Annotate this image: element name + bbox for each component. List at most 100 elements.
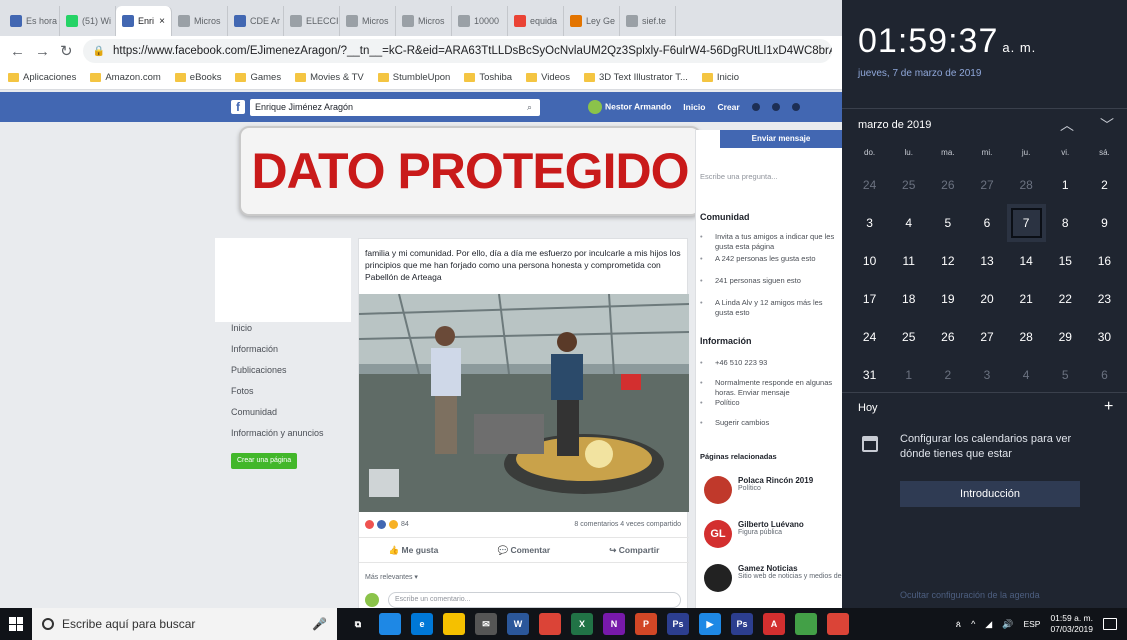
calendar-day[interactable]: 3	[850, 204, 889, 242]
calendar-day[interactable]: 22	[1046, 280, 1085, 318]
create-page-button[interactable]: Crear una página	[231, 453, 298, 469]
info-row[interactable]: • Sugerir cambios	[700, 418, 840, 428]
calendar-day[interactable]: 4	[1007, 356, 1046, 394]
edge-icon[interactable]: e	[411, 613, 433, 635]
browser-tab[interactable]: (51) Wi	[60, 6, 116, 36]
browser-tab[interactable]: Micros	[396, 6, 452, 36]
volume-icon[interactable]: 🔊	[1002, 619, 1013, 630]
comments-shares-count[interactable]: 8 comentarios 4 veces compartido	[574, 521, 681, 528]
calendar-day[interactable]: 20	[967, 280, 1006, 318]
calendar-day[interactable]: 23	[1085, 280, 1124, 318]
post-photo[interactable]	[359, 294, 689, 512]
browser-tab[interactable]: Enri ×	[116, 6, 172, 36]
hide-agenda-link[interactable]: Ocultar configuración de la agenda	[900, 590, 1040, 600]
nav-create[interactable]: Crear	[717, 102, 739, 112]
browser-tab[interactable]: Micros	[172, 6, 228, 36]
info-row[interactable]: • +46 510 223 93	[700, 358, 840, 368]
info-row[interactable]: • Normalmente responde en algunas horas. …	[700, 378, 840, 398]
search-icon[interactable]: ⌕	[527, 99, 532, 116]
back-icon[interactable]: ←	[10, 43, 25, 60]
chevron-up-icon[interactable]: ︿	[1060, 115, 1074, 135]
calendar-day[interactable]: 25	[889, 166, 928, 204]
close-tab-icon[interactable]: ×	[159, 16, 165, 27]
calendar-day[interactable]: 28	[1007, 166, 1046, 204]
left-nav-item[interactable]: Inicio	[231, 318, 351, 339]
left-nav-item[interactable]: Comunidad	[231, 402, 351, 423]
calendar-day[interactable]: 9	[1085, 204, 1124, 242]
info-row[interactable]: • 241 personas siguen esto	[700, 276, 840, 286]
calendar-day[interactable]: 21	[1007, 280, 1046, 318]
info-row[interactable]: • A Linda Alv y 12 amigos más les gusta e…	[700, 298, 840, 318]
related-page[interactable]: GL Gilberto Luévano Figura pública	[704, 520, 842, 548]
facebook-logo-icon[interactable]: f	[231, 100, 245, 114]
powerpoint-icon[interactable]: P	[635, 613, 657, 635]
calendar-day[interactable]: 1	[889, 356, 928, 394]
send-message-button[interactable]: Enviar mensaje	[720, 130, 842, 148]
month-label[interactable]: marzo de 2019	[858, 119, 931, 131]
calendar-day[interactable]: 27	[967, 318, 1006, 356]
like-button[interactable]: 👍 Me gusta	[389, 545, 439, 556]
info-row[interactable]: • Político	[700, 398, 840, 408]
long-date-link[interactable]: jueves, 7 de marzo de 2019	[858, 68, 981, 79]
calendar-day[interactable]: 5	[1046, 356, 1085, 394]
calendar-day[interactable]: 14	[1007, 242, 1046, 280]
info-row[interactable]: • Invita a tus amigos a indicar que les g…	[700, 232, 840, 252]
friends-icon[interactable]	[751, 103, 760, 111]
notifications-icon[interactable]	[791, 103, 800, 111]
calendar-day[interactable]: 27	[967, 166, 1006, 204]
calendar-day[interactable]: 10	[850, 242, 889, 280]
forward-icon[interactable]: →	[35, 43, 50, 60]
calendar-day[interactable]: 26	[928, 166, 967, 204]
calendar-day[interactable]: 15	[1046, 242, 1085, 280]
notifications-icon[interactable]	[1103, 618, 1117, 630]
calendar-day-today[interactable]: 7	[1006, 204, 1046, 242]
comment-input[interactable]: Escribe un comentario...	[388, 592, 681, 608]
profile-link[interactable]: Nestor Armando	[588, 100, 671, 114]
start-button[interactable]	[0, 608, 32, 640]
calendar-day[interactable]: 2	[1085, 166, 1124, 204]
browser-tab[interactable]: ELECCI	[284, 6, 340, 36]
browser-tab[interactable]: 10000	[452, 6, 508, 36]
mail-icon[interactable]: ✉	[475, 613, 497, 635]
calendar-day[interactable]: 1	[1046, 166, 1085, 204]
calendar-day[interactable]: 24	[850, 318, 889, 356]
ask-question-input[interactable]: Escribe una pregunta...	[700, 172, 778, 181]
photoshop-2-icon[interactable]: Ps	[731, 613, 753, 635]
media-icon[interactable]: ▶	[699, 613, 721, 635]
chrome-2-icon[interactable]	[827, 613, 849, 635]
related-page[interactable]: Gamez Noticias Sitio web de noticias y me…	[704, 564, 842, 592]
calendar-day[interactable]: 12	[928, 242, 967, 280]
bookmark-item[interactable]: Movies & TV	[295, 72, 364, 83]
url-field[interactable]: 🔒 https://www.facebook.com/EJimenezArago…	[82, 39, 832, 63]
left-nav-item[interactable]: Publicaciones	[231, 360, 351, 381]
calendar-day[interactable]: 6	[1085, 356, 1124, 394]
left-nav-item[interactable]: Fotos	[231, 381, 351, 402]
most-relevant-dropdown[interactable]: Más relevantes ▾	[365, 573, 418, 581]
calendar-day[interactable]: 26	[928, 318, 967, 356]
taskbar-clock[interactable]: 01:59 a. m. 07/03/2019	[1050, 613, 1093, 635]
excel-icon[interactable]: X	[571, 613, 593, 635]
browser-tab[interactable]: Micros	[340, 6, 396, 36]
calendar-day[interactable]: 29	[1046, 318, 1085, 356]
network-icon[interactable]: ◢	[985, 619, 992, 630]
calendar-day[interactable]: 13	[967, 242, 1006, 280]
app-green-icon[interactable]	[795, 613, 817, 635]
browser-tab[interactable]: CDE Ar	[228, 6, 284, 36]
calendar-day[interactable]: 31	[850, 356, 889, 394]
calendar-day[interactable]: 3	[967, 356, 1006, 394]
task-view-icon[interactable]: ⧉	[347, 613, 369, 635]
reload-icon[interactable]: ↻	[60, 42, 73, 60]
left-nav-item[interactable]: Información y anuncios	[231, 423, 351, 444]
info-row[interactable]: • A 242 personas les gusta esto	[700, 254, 840, 264]
browser-tab[interactable]: Ley Ge	[564, 6, 620, 36]
calendar-day[interactable]: 6	[967, 204, 1006, 242]
calendar-day[interactable]: 25	[889, 318, 928, 356]
add-event-icon[interactable]: +	[1104, 398, 1113, 416]
left-nav-item[interactable]: Información	[231, 339, 351, 360]
calendar-day[interactable]: 19	[928, 280, 967, 318]
calendar-day[interactable]: 2	[928, 356, 967, 394]
calendar-day[interactable]: 28	[1007, 318, 1046, 356]
bookmark-item[interactable]: Aplicaciones	[8, 72, 76, 83]
browser-tab[interactable]: Es hora	[4, 6, 60, 36]
chrome-icon[interactable]	[539, 613, 561, 635]
